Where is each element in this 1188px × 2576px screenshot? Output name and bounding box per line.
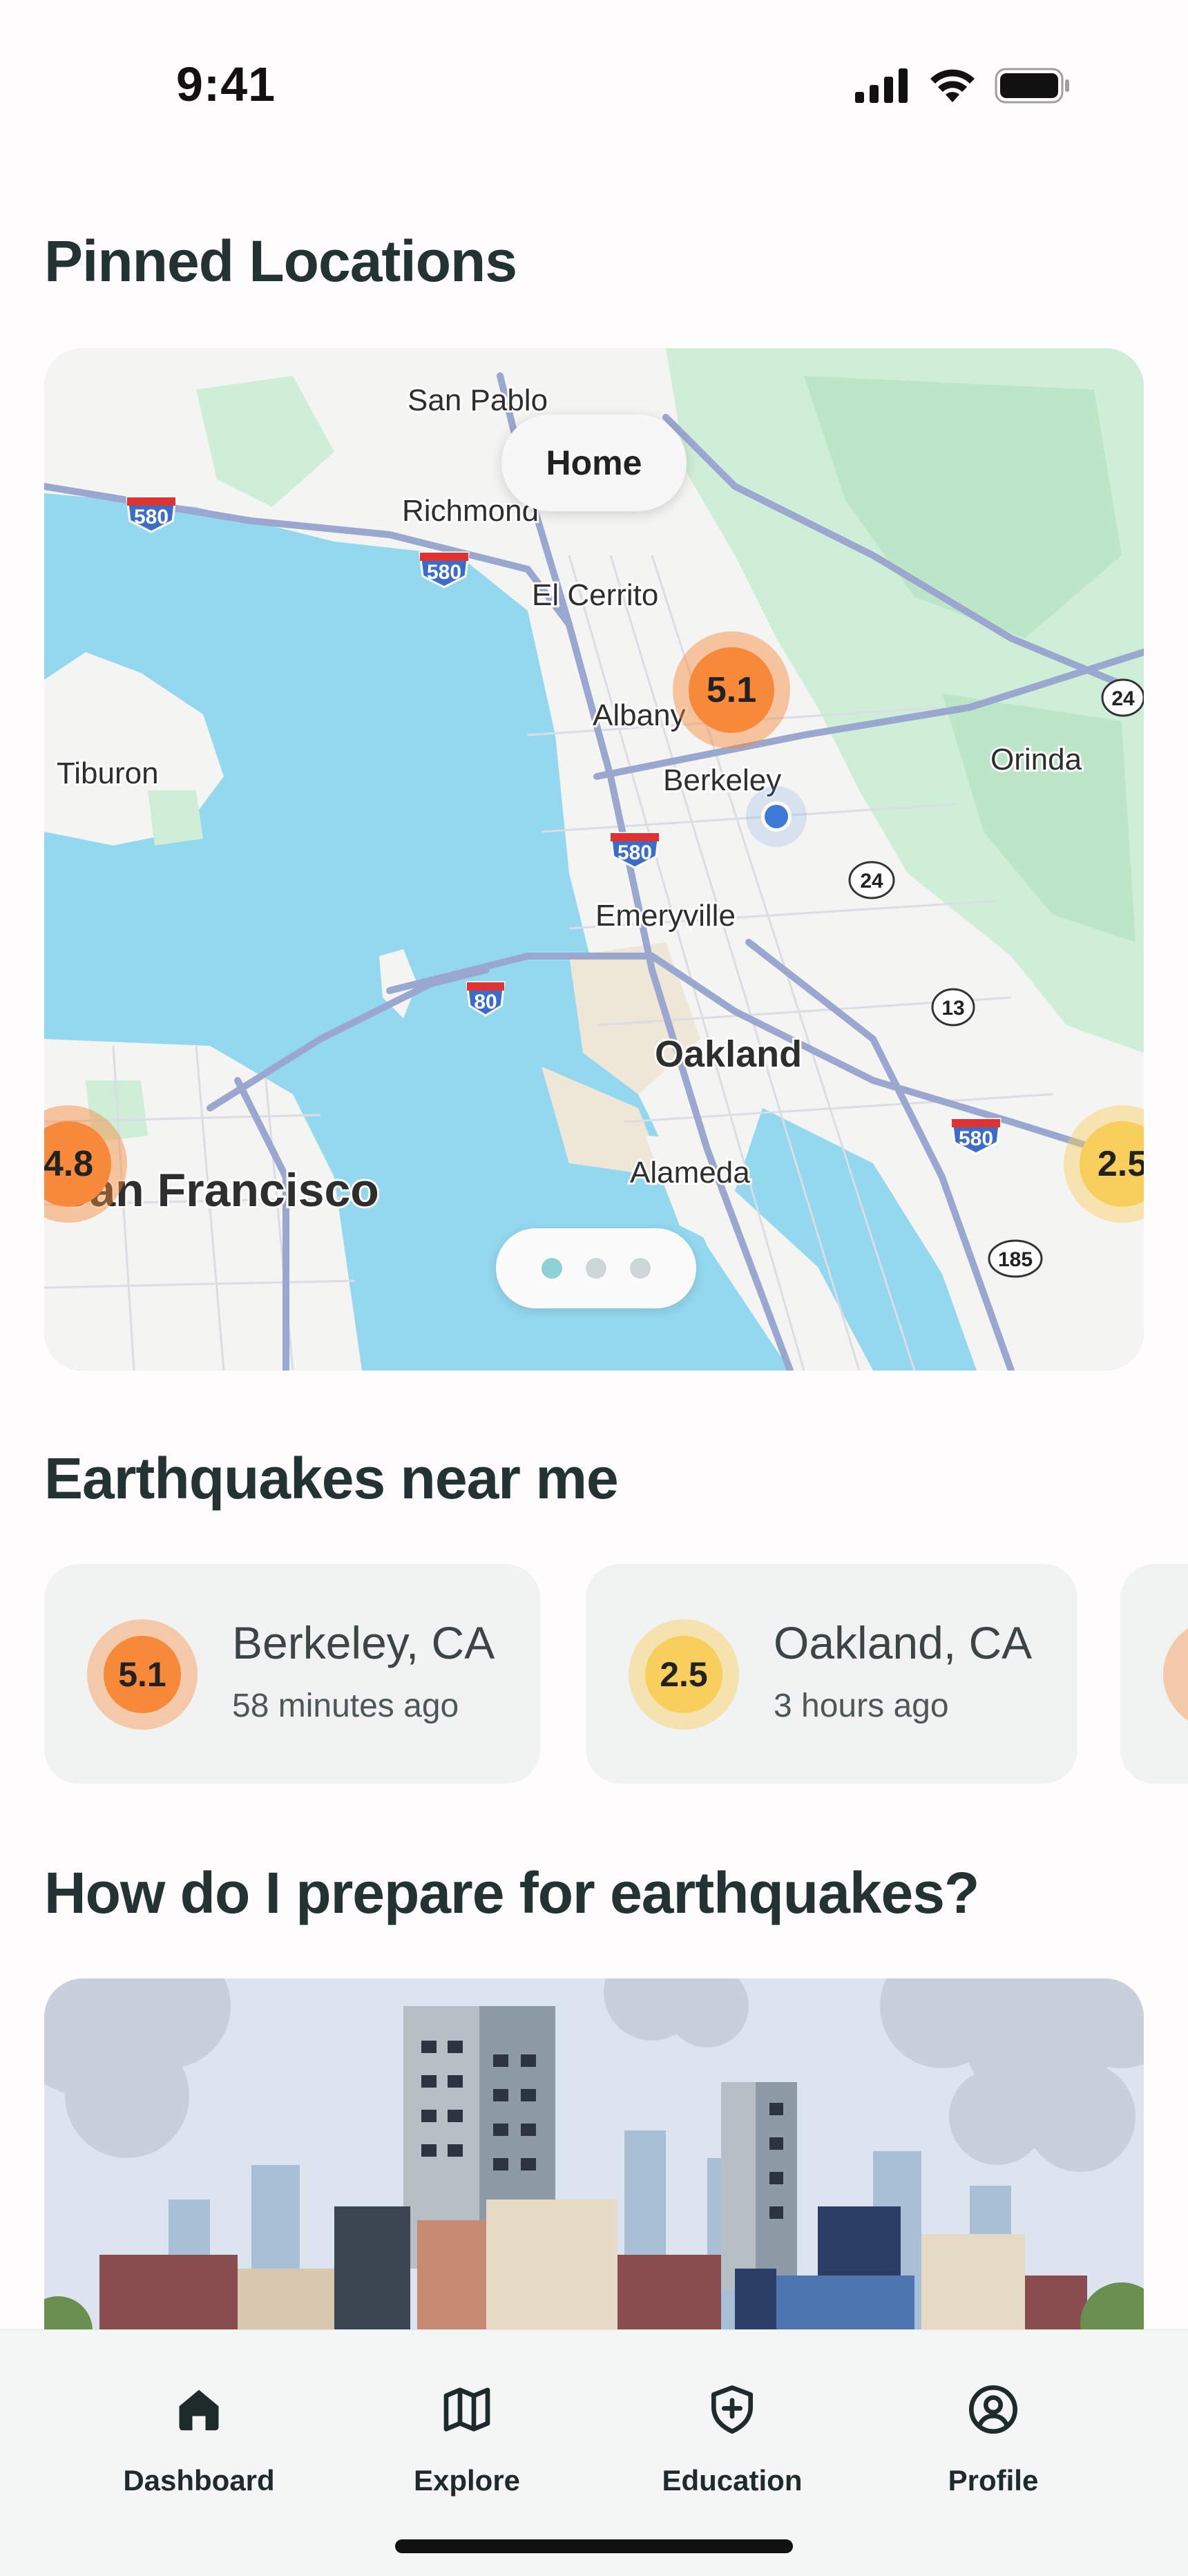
- earthquake-card[interactable]: 5.1 Berkeley, CA 58 minutes ago: [44, 1564, 540, 1784]
- map-quake-magnitude: 2.5: [1080, 1121, 1144, 1207]
- earthquake-city-illustration[interactable]: [44, 1978, 1144, 2365]
- status-time: 9:41: [176, 57, 276, 111]
- state-route-185-marker: 185: [988, 1239, 1043, 1278]
- pinned-location-map[interactable]: 580 580 580 580 80 24 24 13 185 San Pabl…: [44, 348, 1144, 1371]
- page-dot[interactable]: [630, 1258, 651, 1279]
- interstate-580-shield: 580: [419, 551, 470, 589]
- svg-text:580: 580: [617, 841, 652, 864]
- interstate-580-shield: 580: [126, 496, 177, 533]
- earthquake-location: Berkeley, CA: [232, 1617, 495, 1668]
- page-dot[interactable]: [586, 1258, 606, 1279]
- state-route-13-marker: 13: [931, 988, 975, 1027]
- earthquake-card-partial[interactable]: [1120, 1564, 1188, 1784]
- svg-text:580: 580: [427, 561, 461, 584]
- state-route-24-marker: 24: [848, 861, 895, 899]
- svg-text:24: 24: [860, 870, 883, 893]
- shield-plus-icon: [629, 2372, 836, 2448]
- magnitude-value: 2.5: [645, 1636, 722, 1713]
- tab-label: Explore: [413, 2464, 521, 2497]
- map-label-san-pablo: San Pablo: [408, 383, 548, 417]
- home-icon: [95, 2372, 303, 2448]
- tab-label: Profile: [948, 2464, 1039, 2497]
- tab-dashboard[interactable]: Dashboard: [95, 2372, 303, 2497]
- map-quake-magnitude: 4.8: [44, 1121, 111, 1207]
- map-label-alameda: Alameda: [630, 1156, 750, 1190]
- earthquakes-near-me-title: Earthquakes near me: [44, 1446, 619, 1511]
- tab-label: Education: [662, 2464, 803, 2497]
- home-indicator[interactable]: [395, 2539, 793, 2553]
- map-label-emeryville: Emeryville: [595, 899, 736, 933]
- battery-icon: [995, 68, 1069, 104]
- svg-text:24: 24: [1111, 687, 1135, 710]
- current-location-marker: [746, 786, 807, 847]
- map-quake-marker[interactable]: 5.1: [673, 631, 790, 749]
- map-page-indicator[interactable]: [496, 1228, 696, 1308]
- magnitude-value: 5.1: [104, 1636, 181, 1713]
- interstate-580-shield: 580: [950, 1118, 1002, 1155]
- svg-text:13: 13: [941, 997, 964, 1020]
- magnitude-badge: [1163, 1619, 1188, 1730]
- earthquake-time: 3 hours ago: [774, 1688, 949, 1724]
- pinned-locations-title: Pinned Locations: [44, 229, 517, 294]
- map-label-albany: Albany: [593, 698, 686, 732]
- map-label-tiburon: Tiburon: [57, 756, 159, 790]
- earthquake-card[interactable]: 2.5 Oakland, CA 3 hours ago: [586, 1564, 1077, 1784]
- cellular-signal-icon: [855, 68, 908, 103]
- tab-education[interactable]: Education: [629, 2372, 836, 2497]
- status-icons: [855, 68, 1071, 104]
- svg-text:580: 580: [959, 1127, 993, 1150]
- earthquake-time: 58 minutes ago: [232, 1688, 459, 1724]
- map-label-oakland: Oakland: [655, 1033, 802, 1075]
- magnitude-badge: 2.5: [629, 1619, 739, 1730]
- prepare-title: How do I prepare for earthquakes?: [44, 1860, 979, 1925]
- svg-text:80: 80: [474, 991, 497, 1013]
- svg-text:580: 580: [134, 506, 169, 528]
- map-label-orinda: Orinda: [990, 743, 1082, 776]
- earthquake-location: Oakland, CA: [774, 1617, 1033, 1668]
- interstate-580-shield: 580: [609, 832, 660, 869]
- magnitude-badge: 5.1: [87, 1619, 198, 1730]
- tab-profile[interactable]: Profile: [890, 2372, 1097, 2497]
- svg-text:185: 185: [998, 1248, 1033, 1271]
- status-bar: 9:41: [0, 0, 1188, 138]
- tab-label: Dashboard: [123, 2464, 275, 2497]
- profile-icon: [890, 2372, 1097, 2448]
- map-quake-magnitude: 5.1: [689, 647, 774, 733]
- wifi-icon: [930, 69, 975, 102]
- page-dot[interactable]: [542, 1258, 562, 1279]
- home-location-pill[interactable]: Home: [501, 414, 687, 511]
- map-icon: [363, 2372, 571, 2448]
- map-label-el-cerrito: El Cerrito: [532, 578, 658, 612]
- tab-explore[interactable]: Explore: [363, 2372, 571, 2497]
- city-illustration-image: [44, 1978, 1144, 2365]
- state-route-24-marker: 24: [1101, 678, 1144, 717]
